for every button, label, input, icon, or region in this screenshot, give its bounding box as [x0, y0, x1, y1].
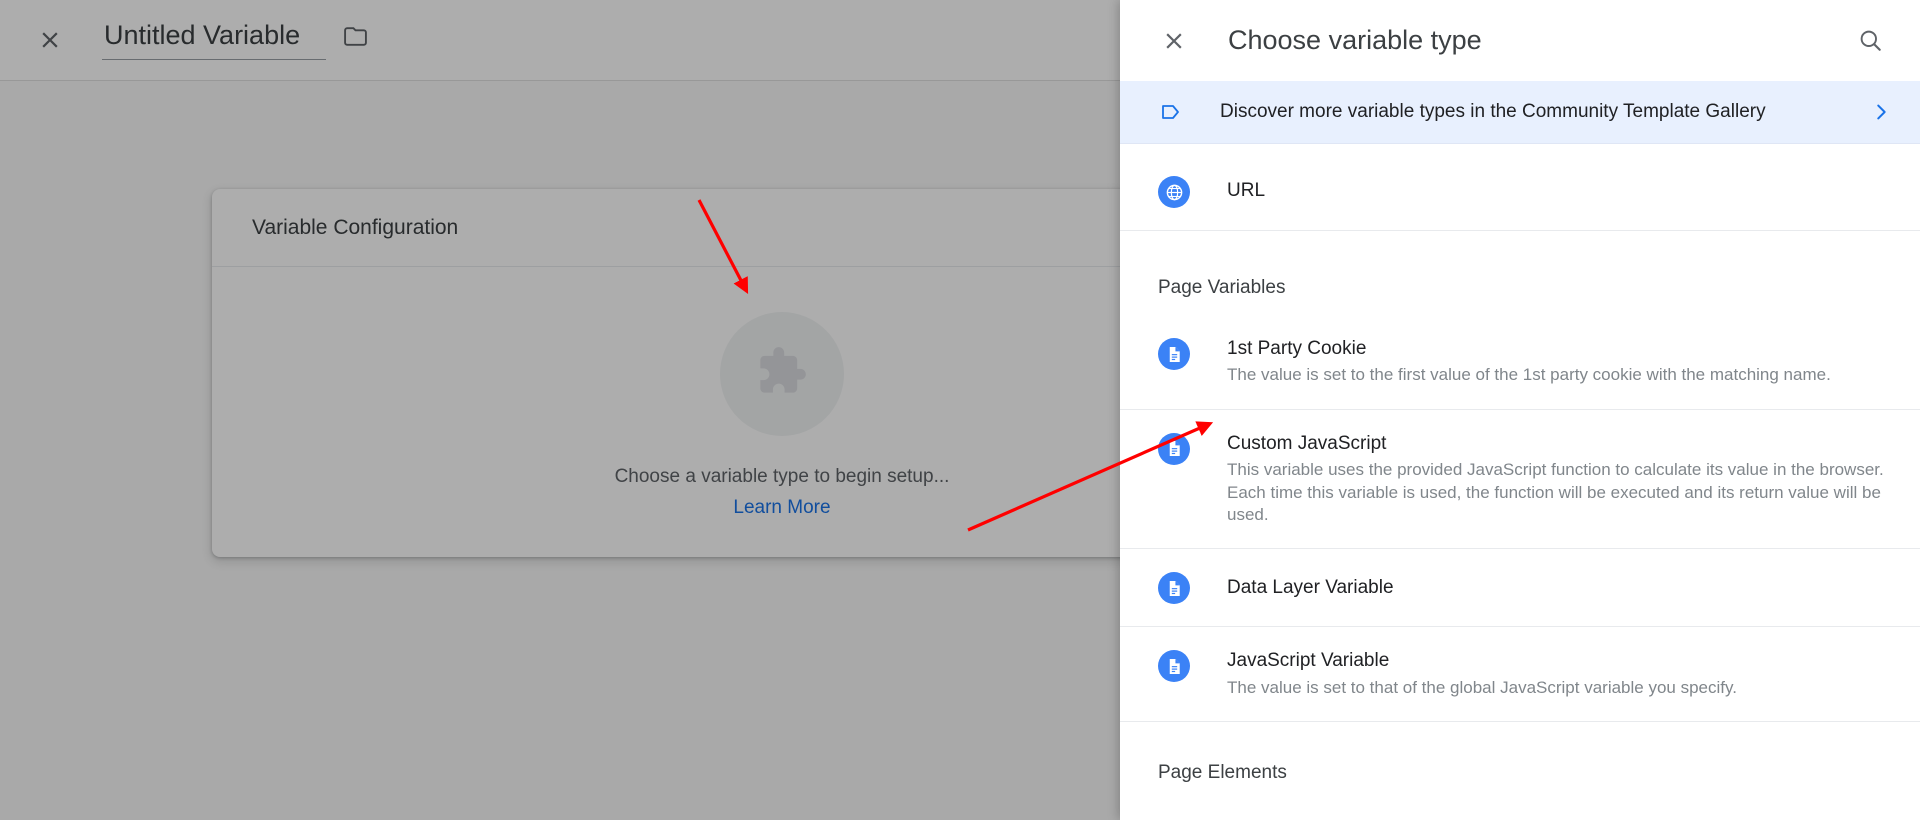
variable-type-text: Custom JavaScript This variable uses the …	[1227, 432, 1890, 527]
variable-group-header: Page Elements	[1158, 762, 1287, 784]
variable-type-item[interactable]: JavaScript Variable The value is set to t…	[1120, 627, 1920, 723]
variable-type-name: Custom JavaScript	[1227, 432, 1387, 454]
variable-type-text: Data Layer Variable	[1227, 576, 1890, 600]
variable-type-item[interactable]: 1st Party Cookie The value is set to the …	[1120, 315, 1920, 410]
variable-type-description: The value is set to the first value of t…	[1227, 365, 1831, 385]
variable-type-name: URL	[1227, 180, 1266, 202]
variable-type-name: Data Layer Variable	[1227, 576, 1394, 598]
globe-icon	[1158, 176, 1190, 208]
choose-variable-type-drawer: Choose variable type Discover more varia…	[1120, 0, 1920, 820]
variable-group-header: Page Variables	[1158, 277, 1286, 298]
variable-type-item[interactable]: Data Layer Variable	[1120, 549, 1920, 628]
empty-state-hint: Choose a variable type to begin setup...	[614, 465, 950, 487]
document-icon	[1158, 432, 1190, 465]
variable-type-text: 1st Party Cookie The value is set to the …	[1227, 337, 1890, 387]
variable-type-item[interactable]: Auto-Event Variable	[1120, 800, 1920, 820]
variable-type-text: URL	[1227, 179, 1890, 203]
list-top-partial-divider	[1120, 144, 1920, 153]
tag-outline-icon	[1158, 99, 1184, 125]
variable-type-text: JavaScript Variable The value is set to t…	[1227, 649, 1890, 699]
document-icon	[1158, 338, 1190, 370]
community-template-gallery-banner[interactable]: Discover more variable types in the Comm…	[1120, 81, 1920, 144]
drawer-header: Choose variable type	[1120, 0, 1920, 81]
variable-type-name: 1st Party Cookie	[1227, 338, 1367, 359]
folder-icon[interactable]	[340, 22, 370, 52]
variable-type-item[interactable]: URL	[1120, 153, 1920, 231]
chevron-right-icon[interactable]	[1868, 99, 1894, 125]
document-icon	[1158, 572, 1190, 605]
search-icon[interactable]	[1846, 17, 1894, 65]
gallery-banner-label: Discover more variable types in the Comm…	[1220, 101, 1766, 122]
variable-name-input[interactable]: Untitled Variable	[102, 20, 326, 60]
close-icon[interactable]	[26, 16, 74, 64]
variable-type-description: The value is set to that of the global J…	[1227, 677, 1737, 697]
drawer-title: Choose variable type	[1228, 25, 1482, 55]
variable-type-list-inner: URL Page Variables 1st Party Cookie The val…	[1120, 144, 1920, 820]
drawer-close-icon[interactable]	[1150, 17, 1198, 65]
variable-type-description: This variable uses the provided JavaScri…	[1227, 460, 1884, 524]
empty-state-circle	[720, 311, 844, 436]
variable-type-list[interactable]: URL Page Variables 1st Party Cookie The val…	[1120, 144, 1920, 820]
document-icon	[1158, 650, 1190, 683]
app-root: Untitled Variable Variable Configuration	[0, 0, 1920, 820]
variable-title-wrap: Untitled Variable	[102, 20, 370, 60]
card-title: Variable Configuration	[252, 215, 459, 239]
variable-type-item[interactable]: Custom JavaScript This variable uses the …	[1120, 410, 1920, 550]
puzzle-piece-icon	[756, 345, 808, 402]
variable-type-name: JavaScript Variable	[1227, 650, 1390, 672]
learn-more-link[interactable]: Learn More	[733, 497, 830, 519]
